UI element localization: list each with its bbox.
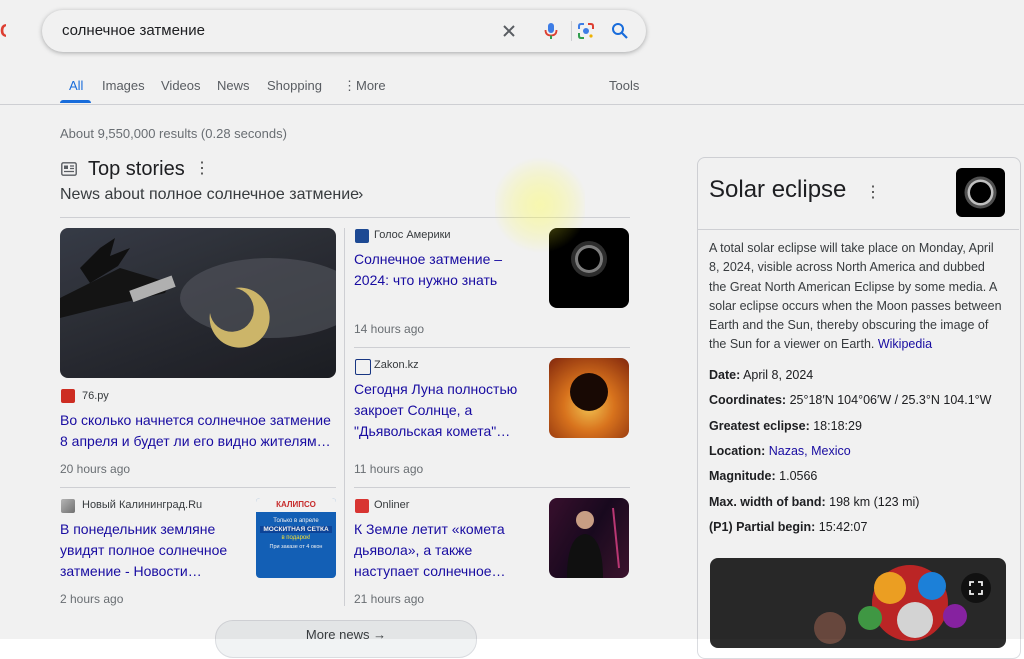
source-favicon [355, 499, 369, 513]
eclipse-orange-art [570, 373, 608, 411]
story-source: Zakon.kz [374, 359, 419, 371]
story-image-ad[interactable]: КАЛИПСО Только в апреле МОСКИТНАЯ СЕТКА … [256, 498, 336, 578]
tab-videos[interactable]: Videos [161, 78, 201, 93]
more-dots-icon[interactable]: ⋮ [343, 78, 356, 94]
story-image-art [60, 238, 336, 348]
person-art [567, 507, 620, 578]
fact-value: April 8, 2024 [743, 368, 814, 382]
ad-brand: КАЛИПСО [256, 498, 336, 512]
search-input[interactable]: солнечное затмение [62, 22, 205, 39]
result-stats: About 9,550,000 results (0.28 seconds) [60, 126, 287, 141]
fact-label: Location: [709, 444, 766, 458]
fact-row: Date: April 8, 2024 [709, 368, 813, 382]
fact-label: Greatest eclipse: [709, 419, 810, 433]
story-rule [354, 347, 630, 348]
story-rule [60, 487, 336, 488]
fact-row: (P1) Partial begin: 15:42:07 [709, 520, 867, 534]
tab-all[interactable]: All [69, 78, 83, 93]
tab-more[interactable]: More [356, 78, 386, 93]
tab-images[interactable]: Images [102, 78, 145, 93]
arrow-right-icon: → [373, 627, 387, 642]
more-news-button[interactable]: More news → [215, 620, 477, 658]
fact-label: (P1) Partial begin: [709, 520, 816, 534]
stories-column-divider [344, 228, 345, 606]
fact-row: Greatest eclipse: 18:18:29 [709, 419, 862, 433]
festival-photo-art [710, 558, 1006, 648]
fullscreen-glyph [969, 581, 983, 595]
crescent-cursor-icon [495, 153, 585, 253]
knowledge-panel-divider [697, 229, 1019, 230]
story-image-person[interactable] [549, 498, 629, 578]
wikipedia-link[interactable]: Wikipedia [878, 337, 932, 351]
source-favicon [355, 359, 371, 375]
story-age: 20 hours ago [60, 462, 131, 476]
ad-line: МОСКИТНАЯ СЕТКА [260, 526, 332, 533]
fact-label: Date: [709, 368, 741, 382]
fact-value: 1.0566 [779, 469, 818, 483]
fact-value: 25°18′N 104°06′W / 25.3°N 104.1°W [789, 393, 992, 407]
source-favicon [61, 389, 75, 403]
search-box[interactable]: солнечное затмение [42, 10, 646, 52]
story-age: 14 hours ago [354, 322, 425, 336]
fact-value: 198 km (123 mi) [829, 495, 920, 509]
more-news-label: More news [305, 627, 370, 642]
fact-row: Location: Nazas, Mexico [709, 444, 851, 458]
corona-thumb-art [964, 176, 997, 209]
story-image-eclipse-orange[interactable] [549, 358, 629, 438]
story-source: Голос Америки [374, 229, 451, 241]
search-results-page: G солнечное затмение All Images Videos N… [0, 0, 1024, 659]
story-age: 11 hours ago [354, 462, 424, 476]
story-source: Onliner [374, 499, 410, 511]
source-favicon [61, 499, 75, 513]
fact-row: Coordinates: 25°18′N 104°06′W / 25.3°N 1… [709, 393, 991, 407]
clear-icon[interactable] [499, 21, 519, 41]
description-text: A total solar eclipse will take place on… [709, 241, 1002, 352]
active-tab-indicator [60, 100, 91, 103]
story-age: 2 hours ago [60, 592, 124, 606]
knowledge-panel-photo[interactable] [710, 558, 1006, 648]
top-stories-subtitle[interactable]: News about полное солнечное затмение [60, 186, 359, 204]
ad-line: Только в апреле [273, 518, 319, 524]
story-rule [354, 487, 630, 488]
fact-label: Coordinates: [709, 393, 787, 407]
fact-row: Max. width of band: 198 km (123 mi) [709, 495, 919, 509]
knowledge-panel-description: A total solar eclipse will take place on… [709, 239, 1005, 355]
fact-value: 18:18:29 [813, 419, 862, 433]
story-image-eclipse-crow[interactable] [60, 228, 336, 378]
ad-line: в подарок! [281, 535, 311, 541]
tab-shopping[interactable]: Shopping [267, 78, 322, 93]
story-headline[interactable]: Сегодня Луна полностью закроет Солнце, а… [354, 379, 540, 442]
story-source: 76.ру [82, 390, 109, 402]
story-headline[interactable]: В понедельник земляне увидят полное солн… [60, 519, 246, 582]
story-age: 21 hours ago [354, 592, 425, 606]
newspaper-icon [61, 162, 77, 176]
fact-label: Max. width of band: [709, 495, 826, 509]
story-source: Новый Калининград.Ru [82, 499, 203, 511]
google-logo[interactable]: G [0, 24, 6, 38]
expand-icon[interactable] [961, 573, 991, 603]
story-headline[interactable]: Во сколько начнется солнечное затмение 8… [60, 410, 336, 452]
chevron-right-icon[interactable]: › [358, 186, 363, 204]
lens-icon[interactable] [576, 21, 596, 41]
fact-label: Magnitude: [709, 469, 776, 483]
tabs-divider [0, 104, 1024, 105]
story-headline[interactable]: К Земле летит «комета дьявола», а также … [354, 519, 540, 582]
fact-value: 15:42:07 [818, 520, 868, 534]
microphone-icon[interactable] [541, 21, 561, 41]
tab-news[interactable]: News [217, 78, 250, 93]
tools-button[interactable]: Tools [609, 78, 639, 93]
search-divider [571, 21, 572, 41]
knowledge-panel-title: Solar eclipse [709, 176, 847, 203]
top-stories-title: Top stories [88, 158, 185, 180]
fact-row: Magnitude: 1.0566 [709, 469, 817, 483]
knowledge-panel-thumbnail[interactable] [956, 168, 1005, 217]
ad-line: При заказе от 4 окон [269, 544, 323, 550]
location-link[interactable]: Nazas, Mexico [769, 444, 851, 458]
knowledge-panel-more-icon[interactable]: ⋮ [865, 182, 881, 202]
source-favicon [355, 229, 369, 243]
top-stories-more-icon[interactable]: ⋮ [194, 160, 210, 178]
search-icon[interactable] [610, 21, 630, 41]
